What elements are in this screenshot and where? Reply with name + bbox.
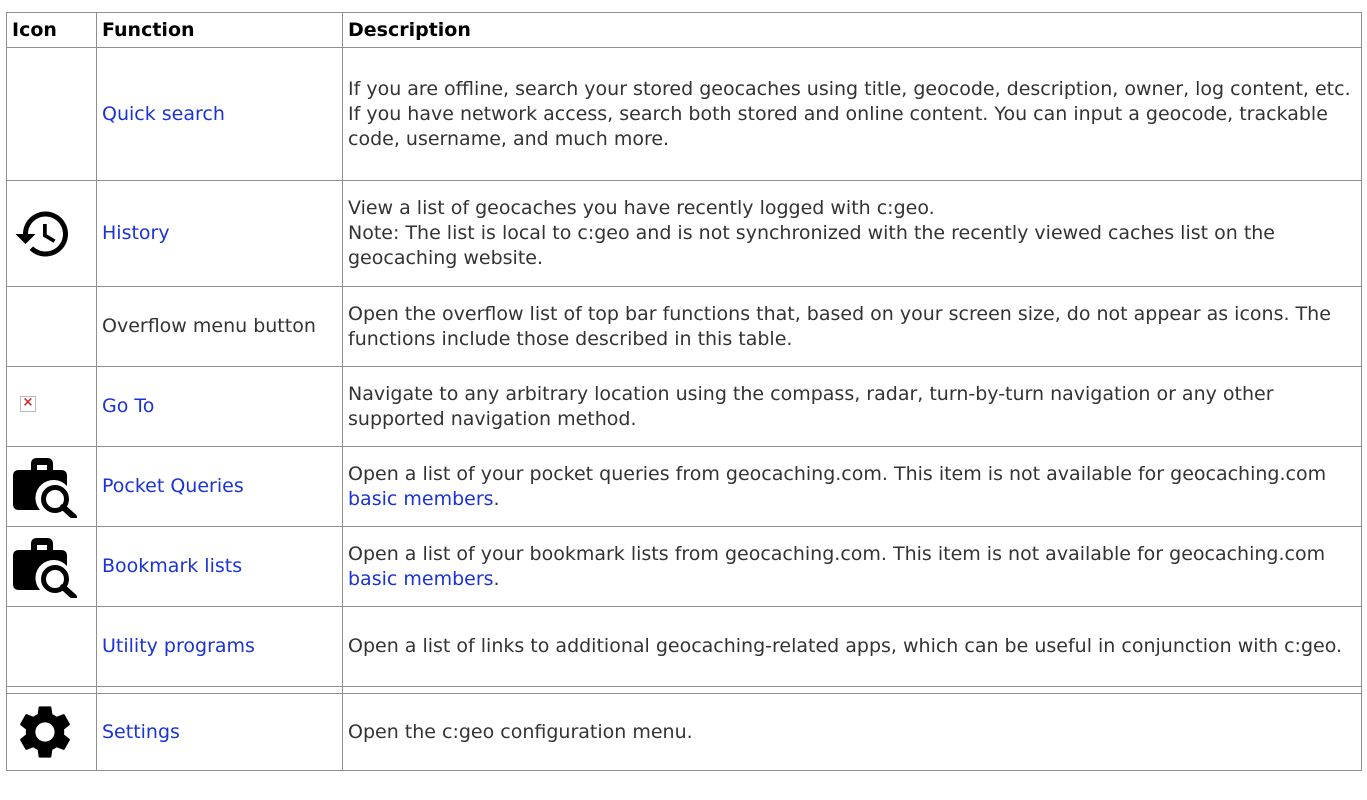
description-text-end: . bbox=[493, 487, 500, 510]
description-line: Navigate to any arbitrary location using… bbox=[348, 382, 1274, 430]
description-cell: Open the c:geo configuration menu. bbox=[342, 693, 1362, 771]
icon-cell-empty bbox=[6, 47, 97, 181]
description-line: Open the overflow list of top bar functi… bbox=[348, 302, 1331, 350]
pocket-queries-link[interactable]: Pocket Queries bbox=[102, 475, 244, 497]
function-cell: Utility programs bbox=[96, 606, 343, 687]
utility-programs-link[interactable]: Utility programs bbox=[102, 635, 255, 657]
table-row-go-to: × Go To Navigate to any arbitrary locati… bbox=[6, 366, 1362, 447]
icon-cell bbox=[6, 180, 97, 287]
description-cell: Open a list of your bookmark lists from … bbox=[342, 526, 1362, 607]
description-cell: Open a list of links to additional geoca… bbox=[342, 606, 1362, 687]
function-table: Icon Function Description Quick search I… bbox=[6, 12, 1362, 771]
description-cell: View a list of geocaches you have recent… bbox=[342, 180, 1362, 287]
description-text-end: . bbox=[493, 567, 500, 590]
history-link[interactable]: History bbox=[102, 222, 170, 244]
description-cell: Open the overflow list of top bar functi… bbox=[342, 286, 1362, 367]
icon-cell-empty bbox=[6, 606, 97, 687]
table-row-history: History View a list of geocaches you hav… bbox=[6, 180, 1362, 287]
description-line: Open the c:geo configuration menu. bbox=[348, 720, 693, 743]
description-line: If you have network access, search both … bbox=[348, 102, 1328, 150]
quick-search-link[interactable]: Quick search bbox=[102, 103, 225, 125]
bookmark-lists-link[interactable]: Bookmark lists bbox=[102, 555, 242, 577]
gear-icon bbox=[20, 706, 70, 758]
description-text: Open a list of your bookmark lists from … bbox=[348, 542, 1326, 565]
icon-cell: × bbox=[6, 366, 97, 447]
description-cell: If you are offline, search your stored g… bbox=[342, 47, 1362, 181]
table-header-row: Icon Function Description bbox=[6, 12, 1362, 48]
description-cell: Navigate to any arbitrary location using… bbox=[342, 366, 1362, 447]
icon-cell bbox=[6, 526, 97, 607]
table-row-empty bbox=[6, 686, 1362, 694]
description-text: Open a list of your pocket queries from … bbox=[348, 462, 1327, 485]
basic-members-link[interactable]: basic members bbox=[348, 488, 494, 510]
function-cell: Go To bbox=[96, 366, 343, 447]
broken-image-icon: × bbox=[20, 395, 36, 412]
table-row-settings: Settings Open the c:geo configuration me… bbox=[6, 693, 1362, 771]
table-row-utility-programs: Utility programs Open a list of links to… bbox=[6, 606, 1362, 687]
description-line: Note: The list is local to c:geo and is … bbox=[348, 222, 1276, 269]
table-row-quick-search: Quick search If you are offline, search … bbox=[6, 47, 1362, 181]
function-cell: Settings bbox=[96, 693, 343, 771]
empty-cell bbox=[96, 686, 343, 694]
icon-cell-empty bbox=[6, 286, 97, 367]
description-line: View a list of geocaches you have recent… bbox=[348, 197, 935, 219]
table-row-pocket-queries: Pocket Queries Open a list of your pocke… bbox=[6, 446, 1362, 527]
go-to-link[interactable]: Go To bbox=[102, 395, 154, 417]
function-cell: Overflow menu button bbox=[96, 286, 343, 367]
history-icon bbox=[15, 211, 68, 257]
function-cell: Quick search bbox=[96, 47, 343, 181]
header-description: Description bbox=[342, 12, 1362, 48]
briefcase-search-icon bbox=[13, 457, 77, 518]
settings-link[interactable]: Settings bbox=[102, 721, 180, 743]
briefcase-search-icon bbox=[13, 537, 77, 598]
table-row-overflow-menu: Overflow menu button Open the overflow l… bbox=[6, 286, 1362, 367]
description-line: Open a list of links to additional geoca… bbox=[348, 635, 1343, 657]
icon-cell bbox=[6, 693, 97, 771]
function-cell: History bbox=[96, 180, 343, 287]
icon-cell bbox=[6, 446, 97, 527]
basic-members-link[interactable]: basic members bbox=[348, 568, 494, 590]
function-cell: Bookmark lists bbox=[96, 526, 343, 607]
function-cell: Pocket Queries bbox=[96, 446, 343, 527]
table-row-bookmark-lists: Bookmark lists Open a list of your bookm… bbox=[6, 526, 1362, 607]
description-line: If you are offline, search your stored g… bbox=[348, 77, 1351, 100]
empty-cell bbox=[342, 686, 1362, 694]
header-function: Function bbox=[96, 12, 343, 48]
empty-cell bbox=[6, 686, 97, 694]
description-cell: Open a list of your pocket queries from … bbox=[342, 446, 1362, 527]
header-icon: Icon bbox=[6, 12, 97, 48]
